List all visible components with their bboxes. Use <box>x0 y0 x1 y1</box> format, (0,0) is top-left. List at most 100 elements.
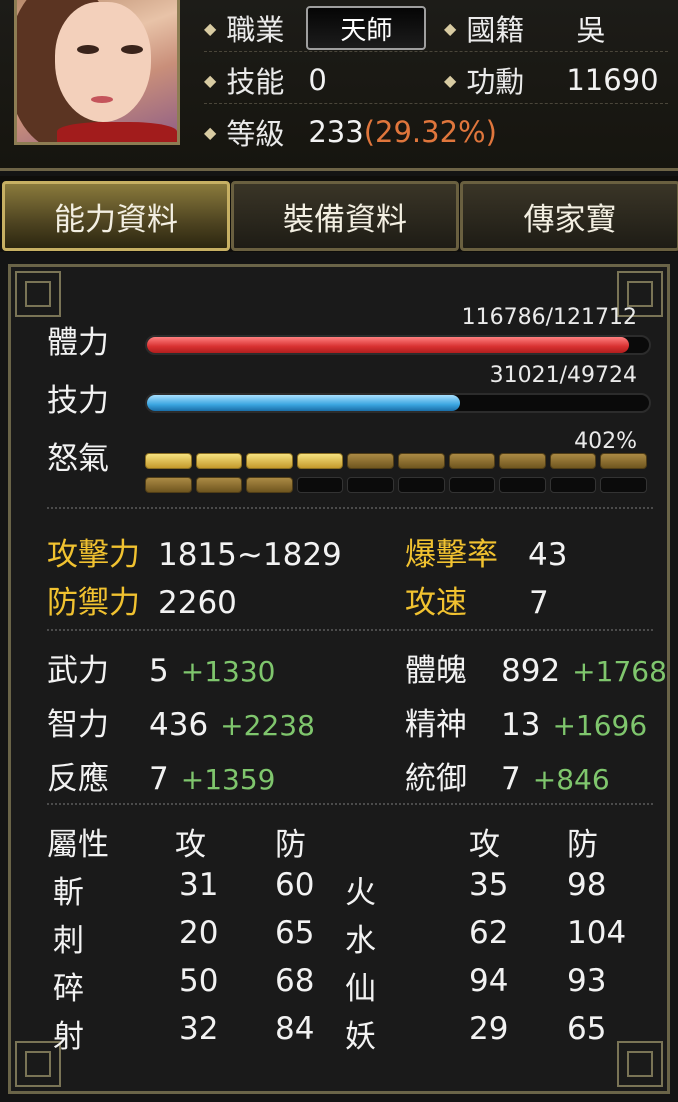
attr-def: 93 <box>567 963 607 999</box>
hp-bar <box>145 335 651 355</box>
attr-def-header: 防 <box>567 827 598 863</box>
int-base: 436 <box>149 707 209 743</box>
lead-stat: 統御 7 +846 <box>405 753 610 798</box>
diamond-bullet-icon: ◆ <box>204 70 217 90</box>
hp-value: 116786/121712 <box>461 305 637 330</box>
attack-label: 攻擊力 <box>47 537 140 573</box>
header-row-skill: ◆ 技能 0 ◆ 功勳 11690 <box>204 57 668 104</box>
attr-def: 65 <box>275 915 315 951</box>
agi-bonus: +1359 <box>180 763 276 796</box>
merit-field: ◆ 功勳 11690 <box>444 57 659 103</box>
rage-segment <box>145 477 192 493</box>
level-value: 233 <box>308 115 364 149</box>
rage-segment <box>347 477 394 493</box>
attr-def: 68 <box>275 963 315 999</box>
attr-name: 妖 <box>345 1019 376 1055</box>
diamond-bullet-icon: ◆ <box>444 70 457 90</box>
tab-equipment[interactable]: 裝備資料 <box>231 181 459 251</box>
spi-label: 精神 <box>405 707 467 743</box>
diamond-bullet-icon: ◆ <box>204 18 217 38</box>
rage-row <box>145 453 647 469</box>
attr-atk-header: 攻 <box>175 827 206 863</box>
attr-atk-header: 攻 <box>469 827 500 863</box>
job-field: ◆ 職業 天師 <box>204 5 427 51</box>
vit-bonus: +1768 <box>572 655 667 688</box>
crit-label: 爆擊率 <box>405 537 498 573</box>
spi-base: 13 <box>501 707 541 743</box>
rage-value: 402% <box>574 429 637 454</box>
skill-value: 0 <box>308 63 327 97</box>
vit-stat: 體魄 892 +1768 <box>405 645 667 690</box>
int-bonus: +2238 <box>220 709 315 742</box>
attr-name: 斬 <box>53 875 84 911</box>
agi-base: 7 <box>149 761 169 797</box>
attr-atk: 29 <box>469 1011 509 1047</box>
rage-segment <box>499 453 546 469</box>
hp-bar-fill <box>147 337 629 353</box>
level-label: 等級 <box>226 117 285 151</box>
spi-stat: 精神 13 +1696 <box>405 699 647 744</box>
str-base: 5 <box>149 653 169 689</box>
divider <box>47 507 653 509</box>
tab-heirloom[interactable]: 傳家寶 <box>460 181 678 251</box>
lead-bonus: +846 <box>532 763 610 796</box>
job-value-button[interactable]: 天師 <box>306 6 427 50</box>
speed-stat: 攻速 7 <box>405 577 549 622</box>
hp-label: 體力 <box>47 325 109 361</box>
header-row-job: ◆ 職業 天師 ◆ 國籍 吳 <box>204 5 668 52</box>
rage-row <box>145 477 647 493</box>
rage-segment <box>448 477 496 493</box>
attr-name: 水 <box>345 923 376 959</box>
attr-atk: 94 <box>469 963 509 999</box>
str-label: 武力 <box>47 653 109 689</box>
corner-ornament-icon <box>15 271 61 317</box>
nation-field: ◆ 國籍 吳 <box>444 5 605 51</box>
tab-ability[interactable]: 能力資料 <box>2 181 230 251</box>
agi-stat: 反應 7 +1359 <box>47 753 275 798</box>
vit-base: 892 <box>501 653 561 689</box>
agi-label: 反應 <box>47 761 109 797</box>
rage-segment <box>397 453 445 469</box>
attr-def: 60 <box>275 867 315 903</box>
attr-name: 火 <box>345 875 376 911</box>
speed-value: 7 <box>529 585 549 621</box>
diamond-bullet-icon: ◆ <box>204 122 217 142</box>
merit-label: 功勳 <box>466 65 525 99</box>
skill-label: 技能 <box>226 65 285 99</box>
crit-stat: 爆擊率 43 <box>405 529 567 574</box>
attack-stat: 攻擊力 1815~1829 <box>47 529 342 574</box>
level-field: ◆ 等級 233 (29.32%) <box>204 109 497 155</box>
level-percent: (29.32%) <box>363 115 497 149</box>
attr-name: 刺 <box>53 923 84 959</box>
job-label: 職業 <box>226 13 285 47</box>
rage-segment <box>145 453 192 469</box>
rage-segment <box>246 477 293 493</box>
rage-segment <box>246 453 293 469</box>
rage-segment <box>296 453 344 469</box>
character-portrait[interactable] <box>14 0 180 145</box>
rage-label: 怒氣 <box>47 441 109 477</box>
attr-def: 104 <box>567 915 627 951</box>
int-label: 智力 <box>47 707 109 743</box>
attr-atk: 35 <box>469 867 509 903</box>
attr-atk: 32 <box>179 1011 219 1047</box>
rage-segment <box>600 477 647 493</box>
mp-bar-fill <box>147 395 461 411</box>
attributes-title: 屬性 <box>47 827 109 863</box>
rage-segment <box>499 477 546 493</box>
attr-def-header: 防 <box>275 827 306 863</box>
rage-segment <box>195 453 243 469</box>
attr-def: 65 <box>567 1011 607 1047</box>
rage-segment <box>347 453 394 469</box>
mp-label: 技力 <box>47 383 109 419</box>
diamond-bullet-icon: ◆ <box>444 18 457 38</box>
merit-value: 11690 <box>566 63 659 97</box>
rage-segment <box>195 477 243 493</box>
tab-bar: 能力資料 裝備資料 傳家寶 <box>0 176 678 252</box>
attack-value: 1815~1829 <box>158 537 342 573</box>
nation-label: 國籍 <box>466 13 525 47</box>
speed-label: 攻速 <box>405 585 467 621</box>
rage-segment <box>549 453 597 469</box>
mp-bar <box>145 393 651 413</box>
attr-def: 84 <box>275 1011 315 1047</box>
